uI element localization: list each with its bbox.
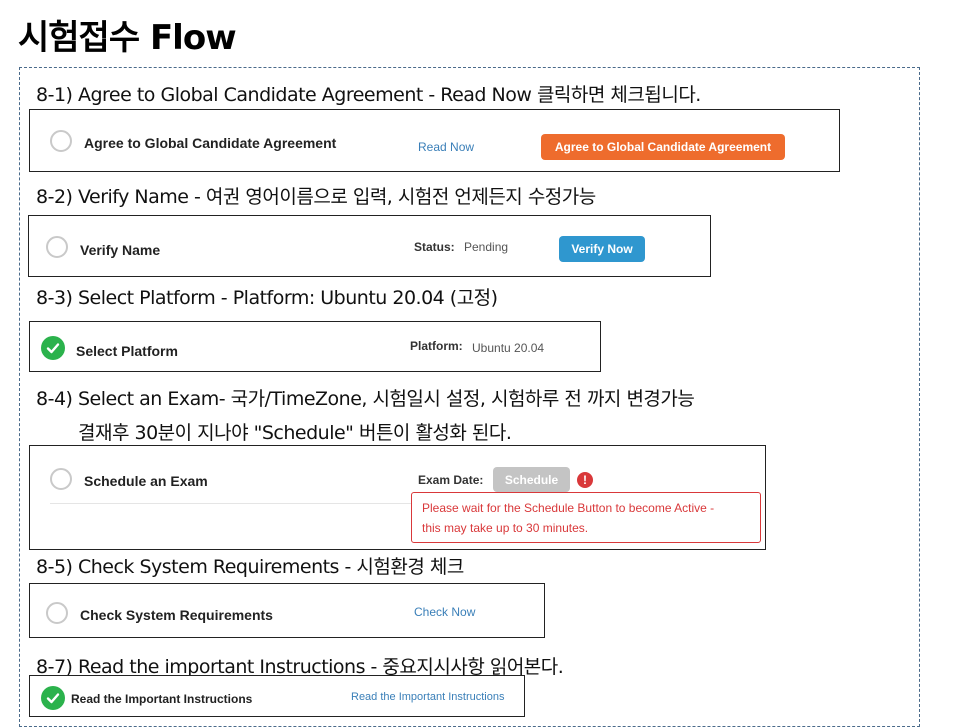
verify-now-button[interactable]: Verify Now: [559, 236, 645, 262]
schedule-button[interactable]: Schedule: [493, 467, 570, 492]
instructions-card: Read the Important Instructions Read the…: [29, 675, 525, 717]
card-divider: [50, 503, 420, 504]
check-icon: [41, 686, 65, 710]
schedule-exam-card: Schedule an Exam Exam Date: Schedule ! P…: [29, 445, 766, 550]
schedule-exam-title: Schedule an Exam: [84, 473, 208, 489]
verify-name-title: Verify Name: [80, 242, 161, 258]
system-requirements-radio[interactable]: [46, 602, 68, 624]
read-now-link[interactable]: Read Now: [418, 140, 474, 154]
verify-name-radio[interactable]: [46, 236, 68, 258]
exam-date-label: Exam Date:: [418, 473, 484, 487]
platform-label: Platform:: [410, 339, 463, 353]
platform-title: Select Platform: [76, 343, 178, 359]
step-8-4-text: 8-4) Select an Exam- 국가/TimeZone, 시험일시 설…: [36, 388, 695, 410]
check-now-link[interactable]: Check Now: [414, 605, 475, 619]
tooltip-line-1: Please wait for the Schedule Button to b…: [422, 501, 715, 515]
agreement-card: Agree to Global Candidate Agreement Read…: [29, 109, 840, 172]
platform-value: Ubuntu 20.04: [472, 341, 545, 355]
step-8-1-text: 8-1) Agree to Global Candidate Agreement…: [36, 84, 701, 106]
schedule-warning-tooltip: Please wait for the Schedule Button to b…: [411, 492, 761, 543]
agree-agreement-button[interactable]: Agree to Global Candidate Agreement: [541, 134, 785, 160]
page-title: 시험접수 Flow: [18, 18, 237, 58]
instructions-title: Read the Important Instructions: [71, 692, 253, 706]
check-icon: [41, 336, 65, 360]
warning-icon: !: [577, 472, 593, 488]
verify-name-card: Verify Name Status: Pending Verify Now: [28, 215, 711, 277]
schedule-exam-radio[interactable]: [50, 468, 72, 490]
status-value: Pending: [464, 240, 509, 254]
step-8-5-text: 8-5) Check System Requirements - 시험환경 체크: [36, 556, 464, 578]
agreement-card-title: Agree to Global Candidate Agreement: [84, 135, 337, 151]
step-8-2-text: 8-2) Verify Name - 여권 영어이름으로 입력, 시험전 언제든…: [36, 186, 596, 208]
platform-card: Select Platform Platform: Ubuntu 20.04: [29, 321, 601, 372]
step-8-3-text: 8-3) Select Platform - Platform: Ubuntu …: [36, 287, 498, 309]
step-8-4-note: 결재후 30분이 지나야 "Schedule" 버튼이 활성화 된다.: [78, 422, 512, 444]
status-label: Status:: [414, 240, 455, 254]
tooltip-line-2: this may take up to 30 minutes.: [422, 521, 589, 535]
system-requirements-title: Check System Requirements: [80, 607, 273, 623]
read-instructions-link[interactable]: Read the Important Instructions: [351, 691, 504, 703]
agreement-radio[interactable]: [50, 130, 72, 152]
system-requirements-card: Check System Requirements Check Now: [29, 583, 545, 638]
